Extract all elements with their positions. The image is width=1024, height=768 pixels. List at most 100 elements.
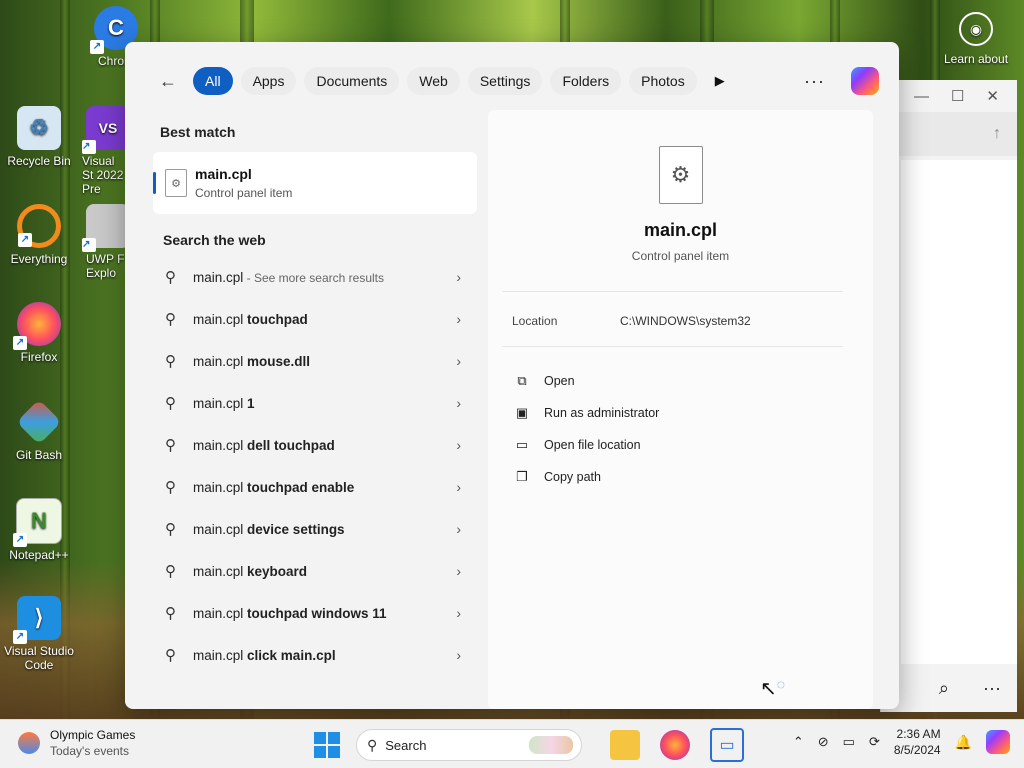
search-icon: ⚲	[165, 269, 176, 286]
desktop-icon-notepad-plus-plus[interactable]: N ↗ Notepad++	[1, 498, 77, 562]
network-off-icon[interactable]: ⊘	[818, 734, 829, 750]
filter-all[interactable]: All	[193, 67, 233, 95]
copy-icon: ❐	[516, 469, 528, 484]
filter-photos[interactable]: Photos	[629, 67, 697, 95]
filter-apps[interactable]: Apps	[240, 67, 297, 95]
notification-bell-icon[interactable]: 🔔	[955, 734, 972, 751]
learn-about-picture-button[interactable]: ◉ Learn about	[938, 12, 1014, 66]
olympic-torch-icon	[18, 732, 40, 754]
desktop-icon-label: Notepad++	[9, 548, 69, 562]
filter-settings[interactable]: Settings	[467, 67, 543, 95]
maximize-icon[interactable]: ☐	[951, 87, 964, 105]
results-column: Best match ⚙ main.cpl Control panel item…	[153, 116, 477, 709]
chevron-up-icon[interactable]: ⌃	[793, 734, 804, 750]
desktop-icon-git-bash[interactable]: Git Bash	[1, 399, 77, 462]
sync-icon[interactable]: ⟳	[869, 734, 880, 750]
uwp-explorer-icon: ↗	[82, 204, 126, 252]
back-arrow-icon[interactable]: ←	[155, 68, 181, 94]
web-result-item[interactable]: ⚲ main.cpl - See more search results ›	[153, 256, 477, 298]
chevron-right-icon: ›	[456, 563, 461, 579]
best-match-heading: Best match	[160, 124, 236, 140]
taskbar: Olympic Games Today's events ⚲ Search ▭ …	[0, 719, 1024, 768]
search-icon: ⚲	[165, 647, 176, 664]
filter-documents[interactable]: Documents	[304, 67, 400, 95]
web-result-item[interactable]: ⚲ main.cpl touchpad ›	[153, 298, 477, 340]
search-icon: ⚲	[165, 479, 176, 496]
up-arrow-icon[interactable]: ↑	[993, 125, 1001, 143]
chevron-right-icon: ›	[456, 521, 461, 537]
action-copy-path[interactable]: ❐ Copy path	[514, 461, 873, 493]
web-result-item[interactable]: ⚲ main.cpl touchpad windows 11 ›	[153, 592, 477, 634]
search-icon: ⚲	[165, 353, 176, 370]
action-label: Copy path	[544, 470, 601, 484]
start-button[interactable]	[314, 732, 340, 758]
action-label: Run as administrator	[544, 406, 660, 420]
clock-time: 2:36 AM	[896, 727, 941, 741]
remote-desktop-taskbar-icon[interactable]: ▭	[710, 728, 744, 762]
clock[interactable]: 2:36 AM 8/5/2024	[894, 726, 941, 758]
web-result-item[interactable]: ⚲ main.cpl 1 ›	[153, 382, 477, 424]
chevron-right-icon: ›	[456, 395, 461, 411]
desktop-icon-label: Visual St 2022 Pre	[82, 154, 124, 196]
action-label: Open	[544, 374, 575, 388]
desktop-icon-recycle-bin[interactable]: ♲ Recycle Bin	[1, 106, 77, 168]
web-result-item[interactable]: ⚲ main.cpl click main.cpl ›	[153, 634, 477, 676]
search-icon: ⚲	[165, 521, 176, 538]
firefox-taskbar-icon[interactable]	[660, 730, 690, 760]
chevron-right-icon: ›	[456, 479, 461, 495]
taskbar-center: ⚲ Search ▭	[314, 728, 750, 762]
widget-title: Olympic Games	[50, 728, 136, 742]
desktop-icon-label: Firefox	[20, 350, 58, 364]
desktop-icon-visual-studio-2022[interactable]: VS ↗ Visual St 2022 Pre	[78, 106, 126, 196]
action-open-file-location[interactable]: ▭ Open file location	[514, 429, 873, 461]
clock-date: 8/5/2024	[893, 743, 941, 757]
web-result-item[interactable]: ⚲ main.cpl device settings ›	[153, 508, 477, 550]
desktop-icon-uwp-explorer[interactable]: ↗ UWP F Explo	[78, 204, 126, 280]
filter-web[interactable]: Web	[407, 67, 460, 95]
web-result-item[interactable]: ⚲ main.cpl touchpad enable ›	[153, 466, 477, 508]
copilot-tray-icon[interactable]	[986, 730, 1010, 754]
search-web-heading: Search the web	[163, 232, 266, 248]
camera-circle-icon: ◉	[959, 12, 993, 46]
open-external-icon: ⧉	[517, 373, 527, 388]
taskbar-search-box[interactable]: ⚲ Search	[356, 729, 582, 761]
best-match-item[interactable]: ⚙ main.cpl Control panel item	[153, 152, 477, 214]
file-explorer-taskbar-icon[interactable]	[610, 730, 640, 760]
desktop-icon-label: Git Bash	[15, 448, 63, 462]
web-result-item[interactable]: ⚲ main.cpl dell touchpad ›	[153, 424, 477, 466]
git-bash-icon	[16, 399, 62, 445]
search-highlight-icon	[529, 736, 573, 754]
display-icon[interactable]: ▭	[843, 734, 855, 750]
widgets-button[interactable]: Olympic Games Today's events	[18, 728, 135, 758]
more-options-icon[interactable]: ···	[804, 71, 825, 92]
best-match-type: Control panel item	[195, 186, 293, 200]
search-icon: ⚲	[165, 605, 176, 622]
chevron-right-icon: ›	[456, 269, 461, 285]
window-content	[901, 160, 1017, 664]
minimize-icon[interactable]: —	[914, 88, 929, 105]
desktop-icon-firefox[interactable]: ↗ Firefox	[1, 302, 77, 364]
close-icon[interactable]: ✕	[986, 87, 999, 105]
copilot-icon[interactable]	[851, 67, 879, 95]
location-label: Location	[512, 314, 558, 328]
control-panel-file-icon: ⚙	[165, 169, 187, 197]
vscode-icon: ⟩ ↗	[13, 596, 61, 644]
actions-list: ⧉ Open ▣ Run as administrator ▭ Open fil…	[514, 365, 873, 493]
best-match-name: main.cpl	[195, 166, 252, 182]
web-result-item[interactable]: ⚲ main.cpl mouse.dll ›	[153, 340, 477, 382]
search-icon[interactable]: ⌕	[939, 678, 949, 699]
filter-folders[interactable]: Folders	[550, 67, 622, 95]
search-icon: ⚲	[165, 395, 176, 412]
location-row: Location C:\WINDOWS\system32	[512, 314, 873, 328]
action-open[interactable]: ⧉ Open	[514, 365, 873, 397]
more-filters-arrow-icon[interactable]: ▶	[715, 73, 725, 89]
desktop-icon-everything[interactable]: ↗ Everything	[1, 204, 77, 266]
search-icon: ⚲	[165, 563, 176, 580]
search-icon: ⚲	[165, 311, 176, 328]
desktop-icon-vscode[interactable]: ⟩ ↗ Visual Studio Code	[1, 596, 77, 672]
action-run-as-administrator[interactable]: ▣ Run as administrator	[514, 397, 873, 429]
web-result-item[interactable]: ⚲ main.cpl keyboard ›	[153, 550, 477, 592]
background-window: — ☐ ✕ ↑ ⌕ ···	[880, 80, 1017, 712]
learn-about-label: Learn about	[943, 52, 1009, 66]
more-options-icon[interactable]: ···	[983, 678, 1001, 699]
